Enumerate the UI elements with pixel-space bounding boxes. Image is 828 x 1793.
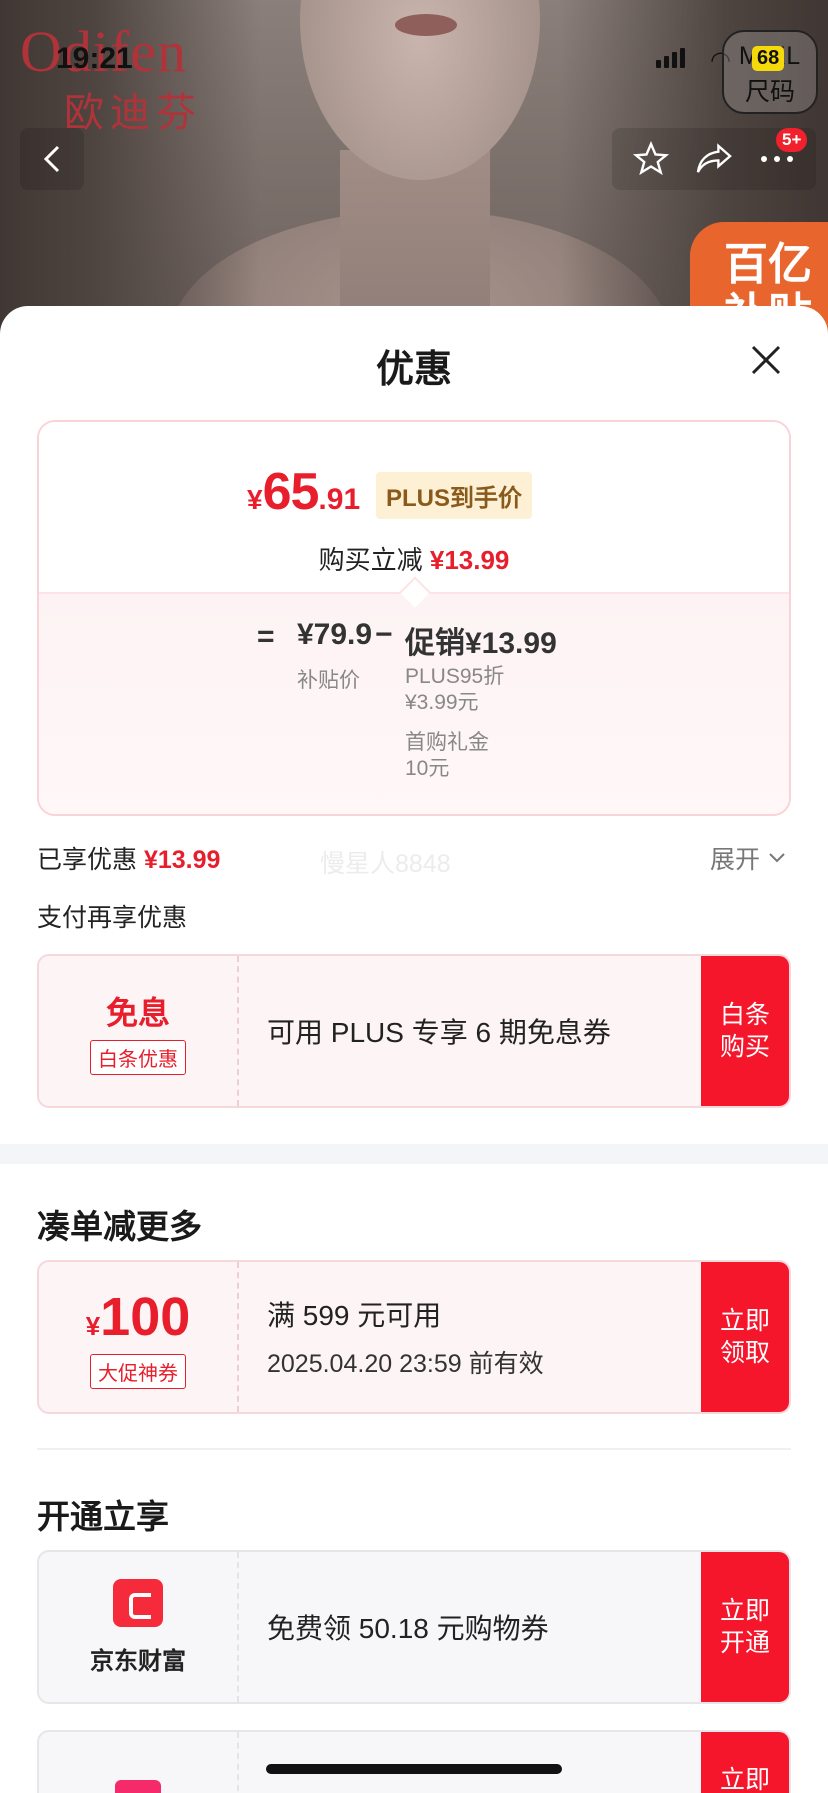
instant-discount-amount: ¥13.99 <box>429 545 510 575</box>
chevron-down-icon <box>769 853 785 863</box>
brand-name-cn: 欧迪芬 <box>64 90 202 135</box>
more-icon[interactable] <box>759 154 795 164</box>
coupon-currency: ¥ <box>85 1310 101 1341</box>
promo-detail: 首购礼金 10元 <box>405 730 489 782</box>
jd-finance-offer: 京东财富 免费领 50.18 元购物券 立即开通 <box>37 1550 791 1704</box>
promo-detail-value: 10元 <box>405 757 450 780</box>
coupon-value: ¥ 100 <box>86 1286 191 1348</box>
base-price-label: 补贴价 <box>297 669 360 692</box>
pay-more-label: 支付再享优惠 <box>37 904 188 932</box>
model-lips <box>395 14 457 36</box>
jd-finance-logo-icon <box>113 1578 163 1627</box>
battery-icon: 68 <box>752 46 785 71</box>
equals-sign: = <box>257 620 275 653</box>
price-integer: 65 <box>262 463 320 521</box>
expand-label: 展开 <box>710 846 761 874</box>
enjoyed-amount: ¥13.99 <box>143 846 221 874</box>
coupon-amount: 100 <box>100 1286 191 1347</box>
second-offer: 立即 <box>37 1730 791 1793</box>
signal-icon <box>656 48 685 68</box>
baitiao-coupon: 免息 白条优惠 可用 PLUS 专享 6 期免息券 白条购买 <box>37 954 791 1108</box>
price-formula: = ¥79.9 补贴价 − 促销¥13.99 PLUS95折 ¥3.99元 首购… <box>39 592 789 814</box>
size-selector-bubble[interactable]: M XL 尺码 <box>722 30 818 114</box>
baitiao-buy-button[interactable]: 白条购买 <box>701 956 789 1106</box>
offer-left <box>39 1732 239 1793</box>
expand-button[interactable]: 展开 <box>710 840 786 876</box>
enjoyed-label: 已享优惠 <box>37 846 138 874</box>
share-icon[interactable] <box>695 142 733 176</box>
final-price-section: ¥ 65 .91 PLUS到手价 购买立减 ¥13.99 <box>39 422 789 592</box>
close-icon[interactable] <box>748 342 784 378</box>
final-price: ¥ 65 .91 <box>247 462 360 522</box>
chevron-left-icon <box>43 145 60 173</box>
button-label: 立即领取 <box>719 1307 770 1367</box>
offer-left: 京东财富 <box>39 1552 239 1702</box>
price-breakdown-card: ¥ 65 .91 PLUS到手价 购买立减 ¥13.99 = ¥79.9 补贴价… <box>37 420 791 816</box>
divider <box>37 1448 791 1450</box>
coupon-tag: 大促神券 <box>90 1353 186 1389</box>
plus-price-tag: PLUS到手价 <box>376 472 533 519</box>
back-button[interactable] <box>20 128 84 190</box>
watermark: 慢星人8848 <box>320 850 451 878</box>
section-title-more: 凑单减更多 <box>37 1208 202 1245</box>
claim-coupon-button[interactable]: 立即领取 <box>701 1262 789 1412</box>
size-label: 尺码 <box>744 78 795 106</box>
button-label: 立即 <box>719 1766 770 1793</box>
star-icon[interactable] <box>633 141 669 177</box>
coupon-expiry: 2025.04.20 23:59 前有效 <box>267 1350 544 1378</box>
status-time: 19:21 <box>56 42 133 75</box>
section-title-open: 开通立享 <box>37 1498 169 1535</box>
open-now-button-2[interactable]: 立即 <box>701 1732 789 1793</box>
coupon-text: 可用 PLUS 专享 6 期免息券 <box>267 1017 611 1048</box>
discount-sheet: 优惠 ¥ 65 .91 PLUS到手价 购买立减 ¥13.99 = ¥79.9 <box>0 306 828 1793</box>
coupon-tag: 白条优惠 <box>90 1039 186 1075</box>
promo-amount: 促销¥13.99 <box>405 627 557 660</box>
offer-content: 免费领 50.18 元购物券 <box>267 1552 549 1702</box>
offer-brand: 京东财富 <box>90 1647 186 1675</box>
button-label: 白条购买 <box>719 1001 770 1061</box>
brand-logo: Odifen 欧迪芬 <box>20 22 202 138</box>
instant-discount-label: 购买立减 <box>318 545 423 575</box>
open-now-button[interactable]: 立即开通 <box>701 1552 789 1702</box>
promo-detail-name: PLUS95折 <box>405 665 505 688</box>
section-divider <box>0 1144 828 1164</box>
offer-logo-icon <box>115 1780 161 1793</box>
minus-sign: − <box>375 618 393 651</box>
coupon-left: 免息 白条优惠 <box>39 956 239 1106</box>
instant-discount: 购买立减 ¥13.99 <box>39 540 789 577</box>
price-decimal: .91 <box>318 483 361 516</box>
promo-detail-value: ¥3.99元 <box>405 691 479 714</box>
base-price: ¥79.9 <box>297 618 373 651</box>
coupon-left: ¥ 100 大促神券 <box>39 1262 239 1412</box>
home-indicator <box>266 1764 562 1774</box>
price-currency: ¥ <box>247 484 263 515</box>
promo-detail-name: 首购礼金 <box>405 731 489 754</box>
coupon-condition: 满 599 元可用 <box>267 1300 442 1331</box>
button-label: 立即开通 <box>719 1597 770 1657</box>
enjoyed-discount: 已享优惠 ¥13.99 <box>37 840 220 876</box>
sheet-title: 优惠 <box>375 349 452 391</box>
offer-text: 免费领 50.18 元购物券 <box>267 1613 549 1644</box>
coupon-content: 满 599 元可用 2025.04.20 23:59 前有效 <box>267 1262 544 1412</box>
coupon-content: 可用 PLUS 专享 6 期免息券 <box>267 956 611 1106</box>
promo-detail: PLUS95折 ¥3.99元 <box>405 664 504 716</box>
notification-badge: 5+ <box>776 128 808 152</box>
coupon-title: 免息 <box>105 994 170 1031</box>
promo-coupon: ¥ 100 大促神券 满 599 元可用 2025.04.20 23:59 前有… <box>37 1260 791 1414</box>
